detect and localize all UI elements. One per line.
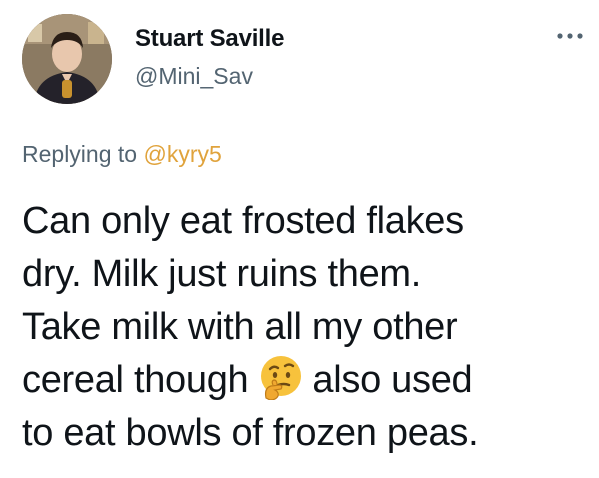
reply-mention-link[interactable]: @kyry5 bbox=[143, 141, 221, 167]
thinking-face-emoji-icon bbox=[258, 354, 304, 400]
tweet-line: Take milk with all my other bbox=[22, 306, 458, 348]
author-handle[interactable]: @Mini_Sav bbox=[135, 63, 253, 90]
reply-context: Replying to @kyry5 bbox=[22, 141, 222, 168]
tweet-line: to eat bowls of frozen peas. bbox=[22, 412, 479, 454]
tweet-card: Stuart Saville @Mini_Sav Replying to @ky… bbox=[0, 0, 599, 478]
tweet-line-segment: also used bbox=[312, 359, 473, 401]
avatar-photo bbox=[22, 14, 112, 104]
author-display-name[interactable]: Stuart Saville bbox=[135, 25, 284, 53]
tweet-line: dry. Milk just ruins them. bbox=[22, 253, 422, 295]
more-horizontal-icon bbox=[552, 26, 588, 46]
avatar[interactable] bbox=[22, 14, 112, 104]
tweet-text: Can only eat frosted flakes dry. Milk ju… bbox=[22, 195, 592, 460]
reply-prefix: Replying to bbox=[22, 141, 144, 167]
tweet-line-segment: cereal though bbox=[22, 359, 249, 401]
tweet-line: Can only eat frosted flakes bbox=[22, 200, 464, 242]
more-options-button[interactable] bbox=[552, 26, 588, 46]
tweet-line: cereal though also used bbox=[22, 354, 592, 407]
